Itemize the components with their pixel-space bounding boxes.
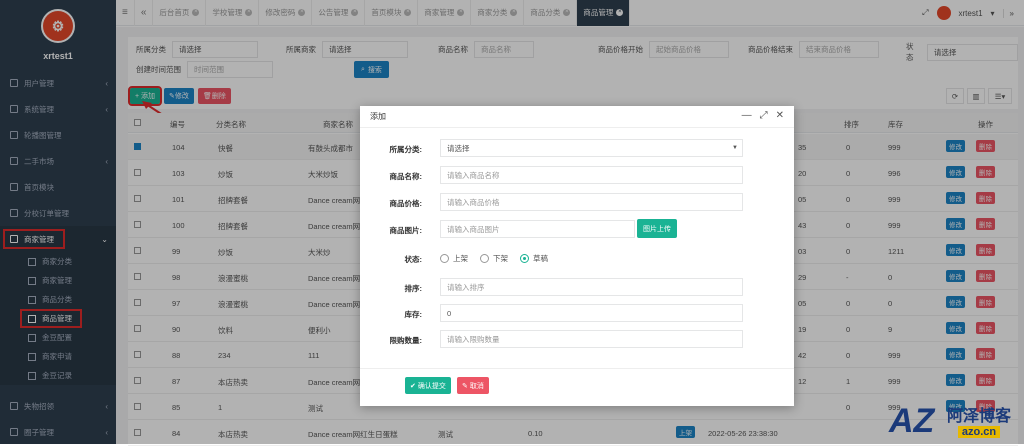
- status-radio-group: 上架 下架 草稿: [440, 253, 560, 264]
- price-label: 商品价格:: [389, 199, 423, 208]
- dialog-title: 添加: [370, 112, 386, 121]
- watermark-url: azo.cn: [957, 426, 1001, 438]
- status-draft-radio[interactable]: 草稿: [520, 253, 548, 264]
- image-input[interactable]: 请输入商品图片: [440, 220, 635, 238]
- dialog-divider: [360, 368, 794, 369]
- cancel-button[interactable]: ✎ 取消: [457, 377, 489, 394]
- image-label: 商品图片:: [389, 226, 423, 235]
- name-input[interactable]: 请输入商品名称: [440, 166, 743, 184]
- category-select[interactable]: 请选择 ▼: [440, 139, 743, 157]
- upload-button[interactable]: 图片上传: [637, 219, 677, 238]
- stock-input[interactable]: 0: [440, 304, 743, 322]
- svg-text:AZ: AZ: [888, 402, 936, 440]
- cancel-icon: ✎: [462, 382, 468, 390]
- minimize-icon[interactable]: —: [742, 110, 752, 121]
- add-dialog: 添加 — ⤢ ✕ 所属分类: 请选择 ▼ 商品名称: 请输入商品名称 商品价格: 请输…: [360, 106, 794, 406]
- watermark-logo: AZ: [888, 402, 936, 440]
- status-label: 状态:: [404, 255, 423, 264]
- sort-input[interactable]: 请输入排序: [440, 278, 743, 296]
- stock-label: 库存:: [404, 310, 423, 319]
- limit-input[interactable]: 请输入限购数量: [440, 330, 743, 348]
- status-off-radio[interactable]: 下架: [480, 253, 508, 264]
- caret-down-icon: ▼: [732, 145, 738, 151]
- watermark-brand: 阿泽博客: [946, 408, 1011, 425]
- confirm-button[interactable]: ✔ 确认提交: [405, 377, 451, 394]
- close-icon[interactable]: ✕: [776, 110, 784, 121]
- limit-label: 限购数量:: [389, 336, 423, 345]
- price-input[interactable]: 请输入商品价格: [440, 193, 743, 211]
- check-icon: ✔: [410, 382, 416, 390]
- sort-label: 排序:: [404, 284, 423, 293]
- watermark: AZ 阿泽博客 azo.cn: [874, 396, 1024, 444]
- status-on-radio[interactable]: 上架: [440, 253, 468, 264]
- name-label: 商品名称:: [389, 172, 423, 181]
- maximize-icon[interactable]: ⤢: [760, 110, 768, 121]
- category-label: 所属分类:: [389, 145, 423, 154]
- dialog-header: 添加 — ⤢ ✕: [360, 106, 794, 128]
